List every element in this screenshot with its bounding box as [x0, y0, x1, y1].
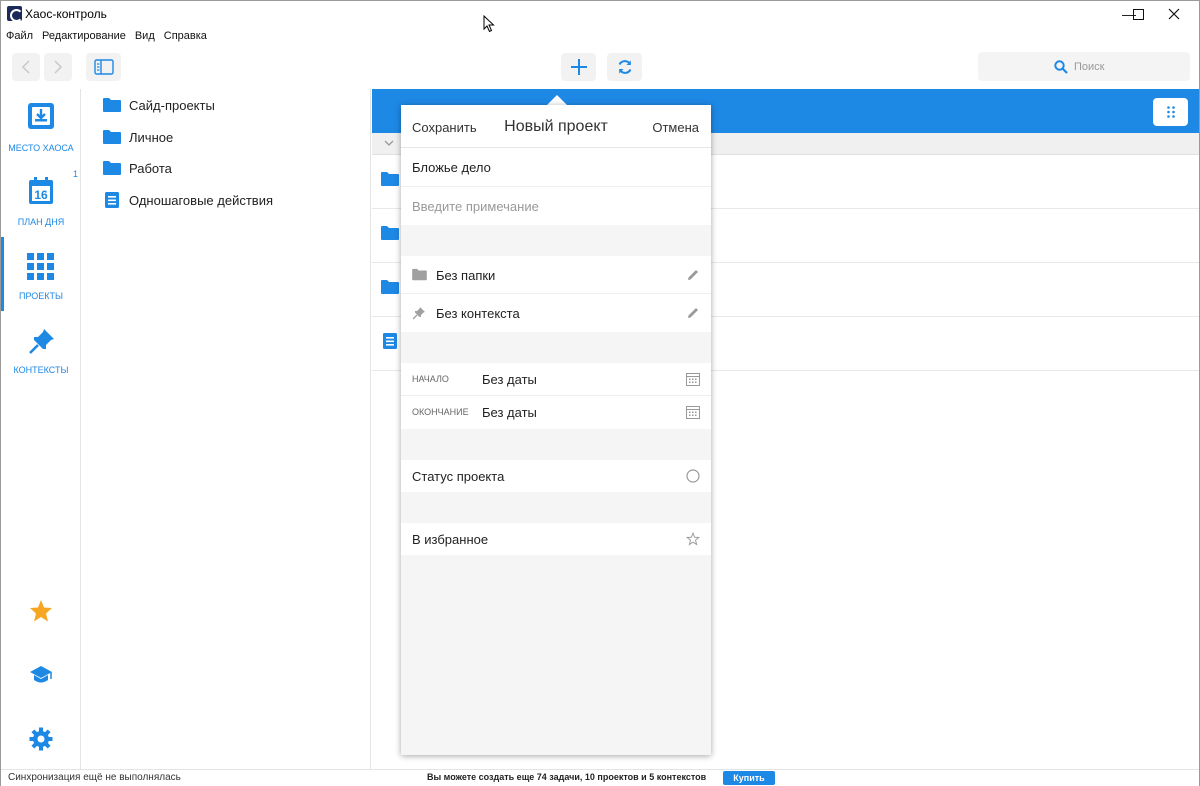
limits-message: Вы можете создать еще 74 задачи, 10 прое… [427, 772, 707, 782]
toggle-sidebar-button[interactable] [86, 53, 121, 81]
pin-icon [29, 329, 54, 354]
search-input[interactable]: Поиск [978, 52, 1190, 81]
maximize-icon [1132, 8, 1144, 20]
nav-label: ПЛАН ДНЯ [17, 217, 65, 227]
project-name-value: Бложье дело [412, 160, 491, 175]
list-icon [383, 333, 397, 349]
status-bar: Синхронизация ещё не выполнялась Вы може… [1, 769, 1199, 786]
context-selector[interactable]: Без контекста [401, 294, 711, 332]
plus-icon [570, 59, 587, 75]
tree-item-label: Личное [129, 129, 174, 145]
menu-help[interactable]: Справка [164, 27, 207, 45]
grid-icon [27, 253, 54, 280]
add-button[interactable] [561, 53, 596, 81]
save-button[interactable]: Сохранить [412, 120, 477, 135]
calendar-day-number: 16 [34, 188, 48, 202]
folder-icon [103, 98, 121, 112]
folder-value: Без папки [436, 268, 496, 283]
view-options-button[interactable] [1153, 98, 1188, 126]
tree-item-single-actions[interactable]: Одношаговые действия [103, 188, 273, 212]
tree-item-work[interactable]: Работа [103, 156, 172, 180]
close-button[interactable] [1151, 1, 1197, 27]
menu-view[interactable]: Вид [135, 27, 155, 45]
tree-item-personal[interactable]: Личное [103, 125, 173, 149]
chevron-left-icon [21, 60, 30, 74]
nav-label: КОНТЕКСТЫ [13, 365, 69, 375]
new-project-popover: Новый проект Сохранить Отмена Бложье дел… [401, 105, 711, 755]
sync-status: Синхронизация ещё не выполнялась [8, 772, 181, 783]
tree-item-label: Одношаговые действия [129, 192, 273, 208]
folder-selector[interactable]: Без папки [401, 256, 711, 294]
inbox-icon [28, 103, 54, 129]
favorite-field[interactable]: В избранное [401, 523, 711, 555]
context-value: Без контекста [436, 306, 520, 321]
menu-file[interactable]: Файл [6, 27, 33, 45]
end-label: ОКОНЧАНИЕ [412, 407, 469, 417]
chevron-down-icon [384, 140, 394, 146]
circle-icon[interactable] [686, 469, 700, 483]
pin-icon [412, 307, 425, 320]
sync-icon [618, 60, 631, 74]
folder-tree: Сайд-проекты Личное Работа Одношаговые д… [81, 89, 371, 769]
start-date-field[interactable]: НАЧАЛО Без даты [401, 363, 711, 396]
back-button[interactable] [12, 53, 40, 81]
folder-icon [412, 268, 427, 281]
folder-icon [381, 172, 399, 186]
cancel-button[interactable]: Отмена [652, 120, 699, 135]
tree-item-side-projects[interactable]: Сайд-проекты [103, 93, 215, 117]
sidebar-toggle-icon [93, 59, 114, 75]
project-note-field[interactable]: Введите примечание [401, 187, 711, 225]
calendar-icon[interactable] [686, 372, 700, 386]
folder-icon [381, 226, 399, 240]
sync-button[interactable] [607, 53, 642, 81]
popover-header: Новый проект Сохранить Отмена [401, 105, 711, 148]
chevron-right-icon [54, 60, 63, 74]
nav-label: МЕСТО ХАОСА [8, 143, 74, 153]
mouse-cursor-icon [483, 15, 495, 33]
window-title: Хаос-контроль [25, 7, 107, 21]
day-plan-badge: 1 [73, 169, 79, 179]
app-logo-icon [7, 6, 22, 21]
buy-button[interactable]: Купить [723, 771, 775, 785]
pencil-icon[interactable] [686, 268, 700, 282]
folder-icon [381, 280, 399, 294]
start-label: НАЧАЛО [412, 374, 449, 384]
close-icon [1168, 8, 1180, 20]
nav-chaos-box[interactable]: МЕСТО ХАОСА [1, 89, 81, 163]
app-window: Хаос-контроль — Файл Редактирование Вид … [0, 0, 1200, 786]
forward-button[interactable] [44, 53, 72, 81]
favorite-label: В избранное [412, 532, 489, 547]
project-name-field[interactable]: Бложье дело [401, 148, 711, 187]
nav-projects[interactable]: ПРОЕКТЫ [1, 237, 81, 311]
folder-icon [103, 130, 121, 144]
pencil-icon[interactable] [686, 306, 700, 320]
title-bar: Хаос-контроль — [1, 1, 1199, 27]
graduation-cap-icon[interactable] [29, 663, 53, 687]
tree-item-label: Работа [129, 160, 172, 176]
star-outline-icon[interactable] [686, 532, 700, 546]
toolbar: Поиск [1, 45, 1199, 89]
menu-edit[interactable]: Редактирование [42, 27, 126, 45]
end-value: Без даты [482, 405, 537, 420]
list-icon [105, 192, 119, 208]
start-value: Без даты [482, 372, 537, 387]
nav-contexts[interactable]: КОНТЕКСТЫ [1, 311, 81, 385]
status-label: Статус проекта [412, 469, 505, 484]
dots-grid-icon [1166, 106, 1175, 118]
gear-icon[interactable] [29, 727, 53, 751]
search-placeholder: Поиск [1074, 60, 1105, 73]
star-icon[interactable] [29, 599, 53, 623]
nav-label: ПРОЕКТЫ [19, 291, 63, 301]
end-date-field[interactable]: ОКОНЧАНИЕ Без даты [401, 396, 711, 429]
search-icon [1054, 59, 1068, 74]
tree-item-label: Сайд-проекты [129, 97, 215, 113]
menu-bar: Файл Редактирование Вид Справка [1, 27, 1199, 45]
project-status-field[interactable]: Статус проекта [401, 460, 711, 492]
calendar-icon[interactable] [686, 405, 700, 419]
folder-icon [103, 161, 121, 175]
nav-day-plan[interactable]: 16 ПЛАН ДНЯ [1, 163, 81, 237]
left-nav: МЕСТО ХАОСА 16 ПЛАН ДНЯ 1 ПРОЕКТЫ КОНТЕК… [1, 89, 81, 769]
note-placeholder: Введите примечание [412, 199, 539, 214]
